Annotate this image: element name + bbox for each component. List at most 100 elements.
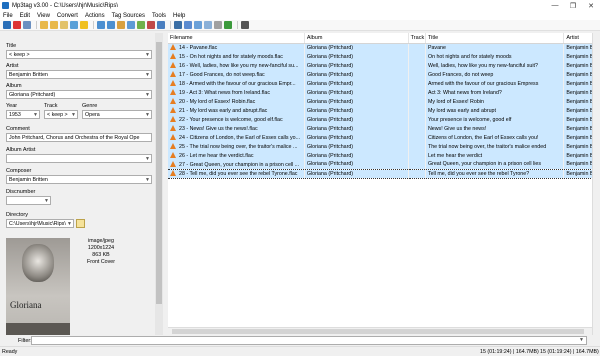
cell-filename[interactable]: 18 - Armed with the favour of our gracio… [168,79,305,88]
tag-to-tag-icon[interactable] [117,21,125,29]
cell-track[interactable] [408,106,426,115]
cell-filename[interactable]: 26 - Let me hear the verdict.flac [168,151,305,160]
menu-edit[interactable]: Edit [20,13,30,19]
cell-album[interactable]: Gloriana (Pritchard) [304,70,409,79]
remove-tag-icon[interactable] [13,21,21,29]
cell-filename[interactable]: 22 - Your presence is welcome, good elf.… [168,115,305,124]
track-field[interactable]: < keep > ▼ [44,110,78,119]
cell-filename[interactable]: 27 - Great Queen, your champion in a pri… [168,160,305,169]
table-row[interactable]: 20 - My lord of Essex! Robin.flac Glorian… [168,97,600,106]
table-row[interactable]: 16 - Well, ladies, how like you my new-f… [168,61,600,70]
cell-album[interactable]: Gloriana (Pritchard) [304,79,409,88]
cell-filename[interactable]: 20 - My lord of Essex! Robin.flac [168,97,305,106]
filter-input[interactable]: ▼ [31,336,587,345]
table-row[interactable]: 15 - On hot nights and for stately moods… [168,52,600,61]
export-icon[interactable] [184,21,192,29]
cell-title[interactable]: The trial now being over, the traitor's … [425,142,565,151]
change-directory-icon[interactable] [40,21,48,29]
menu-actions[interactable]: Actions [85,13,105,19]
cell-filename[interactable]: 21 - My lord was early and abrupt.flac [168,106,305,115]
chevron-down-icon[interactable]: ▼ [44,197,49,204]
undo-icon[interactable] [23,21,31,29]
album-artist-field[interactable]: ▼ [6,154,152,163]
table-row[interactable]: 24 - Citizens of London, the Earl of Ess… [168,133,600,142]
table-row[interactable]: 27 - Great Queen, your champion in a pri… [168,160,600,169]
cell-title[interactable]: Act 3: What news from Ireland? [425,88,565,97]
menu-tag-sources[interactable]: Tag Sources [112,13,145,19]
chevron-down-icon[interactable]: ▼ [67,220,72,227]
restore-icon[interactable]: ❐ [564,0,582,11]
text-file-icon[interactable] [127,21,135,29]
genre-field[interactable]: Opera ▼ [82,110,152,119]
filename-to-tag-icon[interactable] [107,21,115,29]
cell-album[interactable]: Gloriana (Pritchard) [304,88,409,97]
cell-title[interactable]: On hot nights and for stately moods [425,52,565,61]
chevron-down-icon[interactable]: ▼ [33,111,38,118]
cell-title[interactable]: Citizens of London, the Earl of Essex ca… [425,133,565,142]
cell-title[interactable]: Tell me, did you ever see the rebel Tyro… [425,168,565,179]
cell-filename[interactable]: 28 - Tell me, did you ever see the rebel… [168,168,305,179]
cell-title[interactable]: Armed with the favour of our gracious Em… [425,79,565,88]
add-directory-icon[interactable] [50,21,58,29]
star-icon[interactable] [80,21,88,29]
table-row[interactable]: 17 - Good Frances, do not weep.flac Glori… [168,70,600,79]
chevron-down-icon[interactable]: ▼ [145,51,150,58]
cell-title[interactable]: Well, ladies, how like you my new-fancif… [425,61,565,70]
column-album[interactable]: Album [304,33,409,44]
chevron-down-icon[interactable]: ▼ [71,111,76,118]
cell-album[interactable]: Gloriana (Pritchard) [304,151,409,160]
cell-title[interactable]: Great Queen, your champion in a prison c… [425,160,565,169]
directory-field[interactable]: C:\Users\hjr\Music\Rips\ ▼ [6,219,74,228]
chevron-down-icon[interactable]: ▼ [145,71,150,78]
cell-filename[interactable]: 23 - News! Give us the news!.flac [168,124,305,133]
column-filename[interactable]: Filename [168,33,305,44]
table-row[interactable]: 28 - Tell me, did you ever see the rebel… [168,168,600,179]
cell-track[interactable] [408,142,426,151]
cell-track[interactable] [408,124,426,133]
list-vertical-scrollbar[interactable] [592,33,600,335]
chevron-down-icon[interactable]: ▼ [145,111,150,118]
chevron-down-icon[interactable]: ▼ [579,337,584,343]
cell-track[interactable] [408,133,426,142]
table-row[interactable]: 21 - My lord was early and abrupt.flac Gl… [168,106,600,115]
tag-sources-icon[interactable] [214,21,222,29]
cell-album[interactable]: Gloriana (Pritchard) [304,97,409,106]
album-field[interactable]: Gloriana (Pritchard) ▼ [6,90,152,99]
web-sources-icon[interactable] [224,21,232,29]
cell-album[interactable]: Gloriana (Pritchard) [304,124,409,133]
cell-album[interactable]: Gloriana (Pritchard) [304,142,409,151]
cell-filename[interactable]: 14 - Pavane.flac [168,43,305,52]
menu-convert[interactable]: Convert [57,13,78,19]
cell-filename[interactable]: 19 - Act 3: What news from Ireland.flac [168,88,305,97]
artist-field[interactable]: Benjamin Britten ▼ [6,70,152,79]
cell-track[interactable] [408,168,426,179]
cell-album[interactable]: Gloriana (Pritchard) [304,106,409,115]
table-row[interactable]: 26 - Let me hear the verdict.flac Glorian… [168,151,600,160]
cell-title[interactable]: Your presence is welcome, good elf [425,115,565,124]
cell-filename[interactable]: 16 - Well, ladies, how like you my new-f… [168,61,305,70]
panel-scroll-thumb[interactable] [156,42,162,304]
favorites-icon[interactable] [60,21,68,29]
cell-track[interactable] [408,160,426,169]
comment-field[interactable]: John Pritchard, Chorus and Orchestra of … [6,133,152,142]
cell-album[interactable]: Gloriana (Pritchard) [304,133,409,142]
cell-track[interactable] [408,79,426,88]
panel-scrollbar[interactable] [155,33,163,335]
cell-album[interactable]: Gloriana (Pritchard) [304,168,409,179]
cell-track[interactable] [408,70,426,79]
table-row[interactable]: 22 - Your presence is welcome, good elf.… [168,115,600,124]
actions-icon[interactable] [147,21,155,29]
cell-track[interactable] [408,151,426,160]
save-icon[interactable] [3,21,11,29]
cell-title[interactable]: Good Frances, do not weep [425,70,565,79]
chevron-down-icon[interactable]: ▼ [145,176,150,183]
cell-track[interactable] [408,115,426,124]
cell-title[interactable]: My lord was early and abrupt [425,106,565,115]
menu-help[interactable]: Help [173,13,185,19]
title-field[interactable]: < keep > ▼ [6,50,152,59]
column-title[interactable]: Title [425,33,565,44]
freedb-icon[interactable] [174,21,182,29]
refresh-icon[interactable] [70,21,78,29]
horizontal-scroll-thumb[interactable] [172,329,584,334]
minimize-icon[interactable]: — [546,0,564,11]
